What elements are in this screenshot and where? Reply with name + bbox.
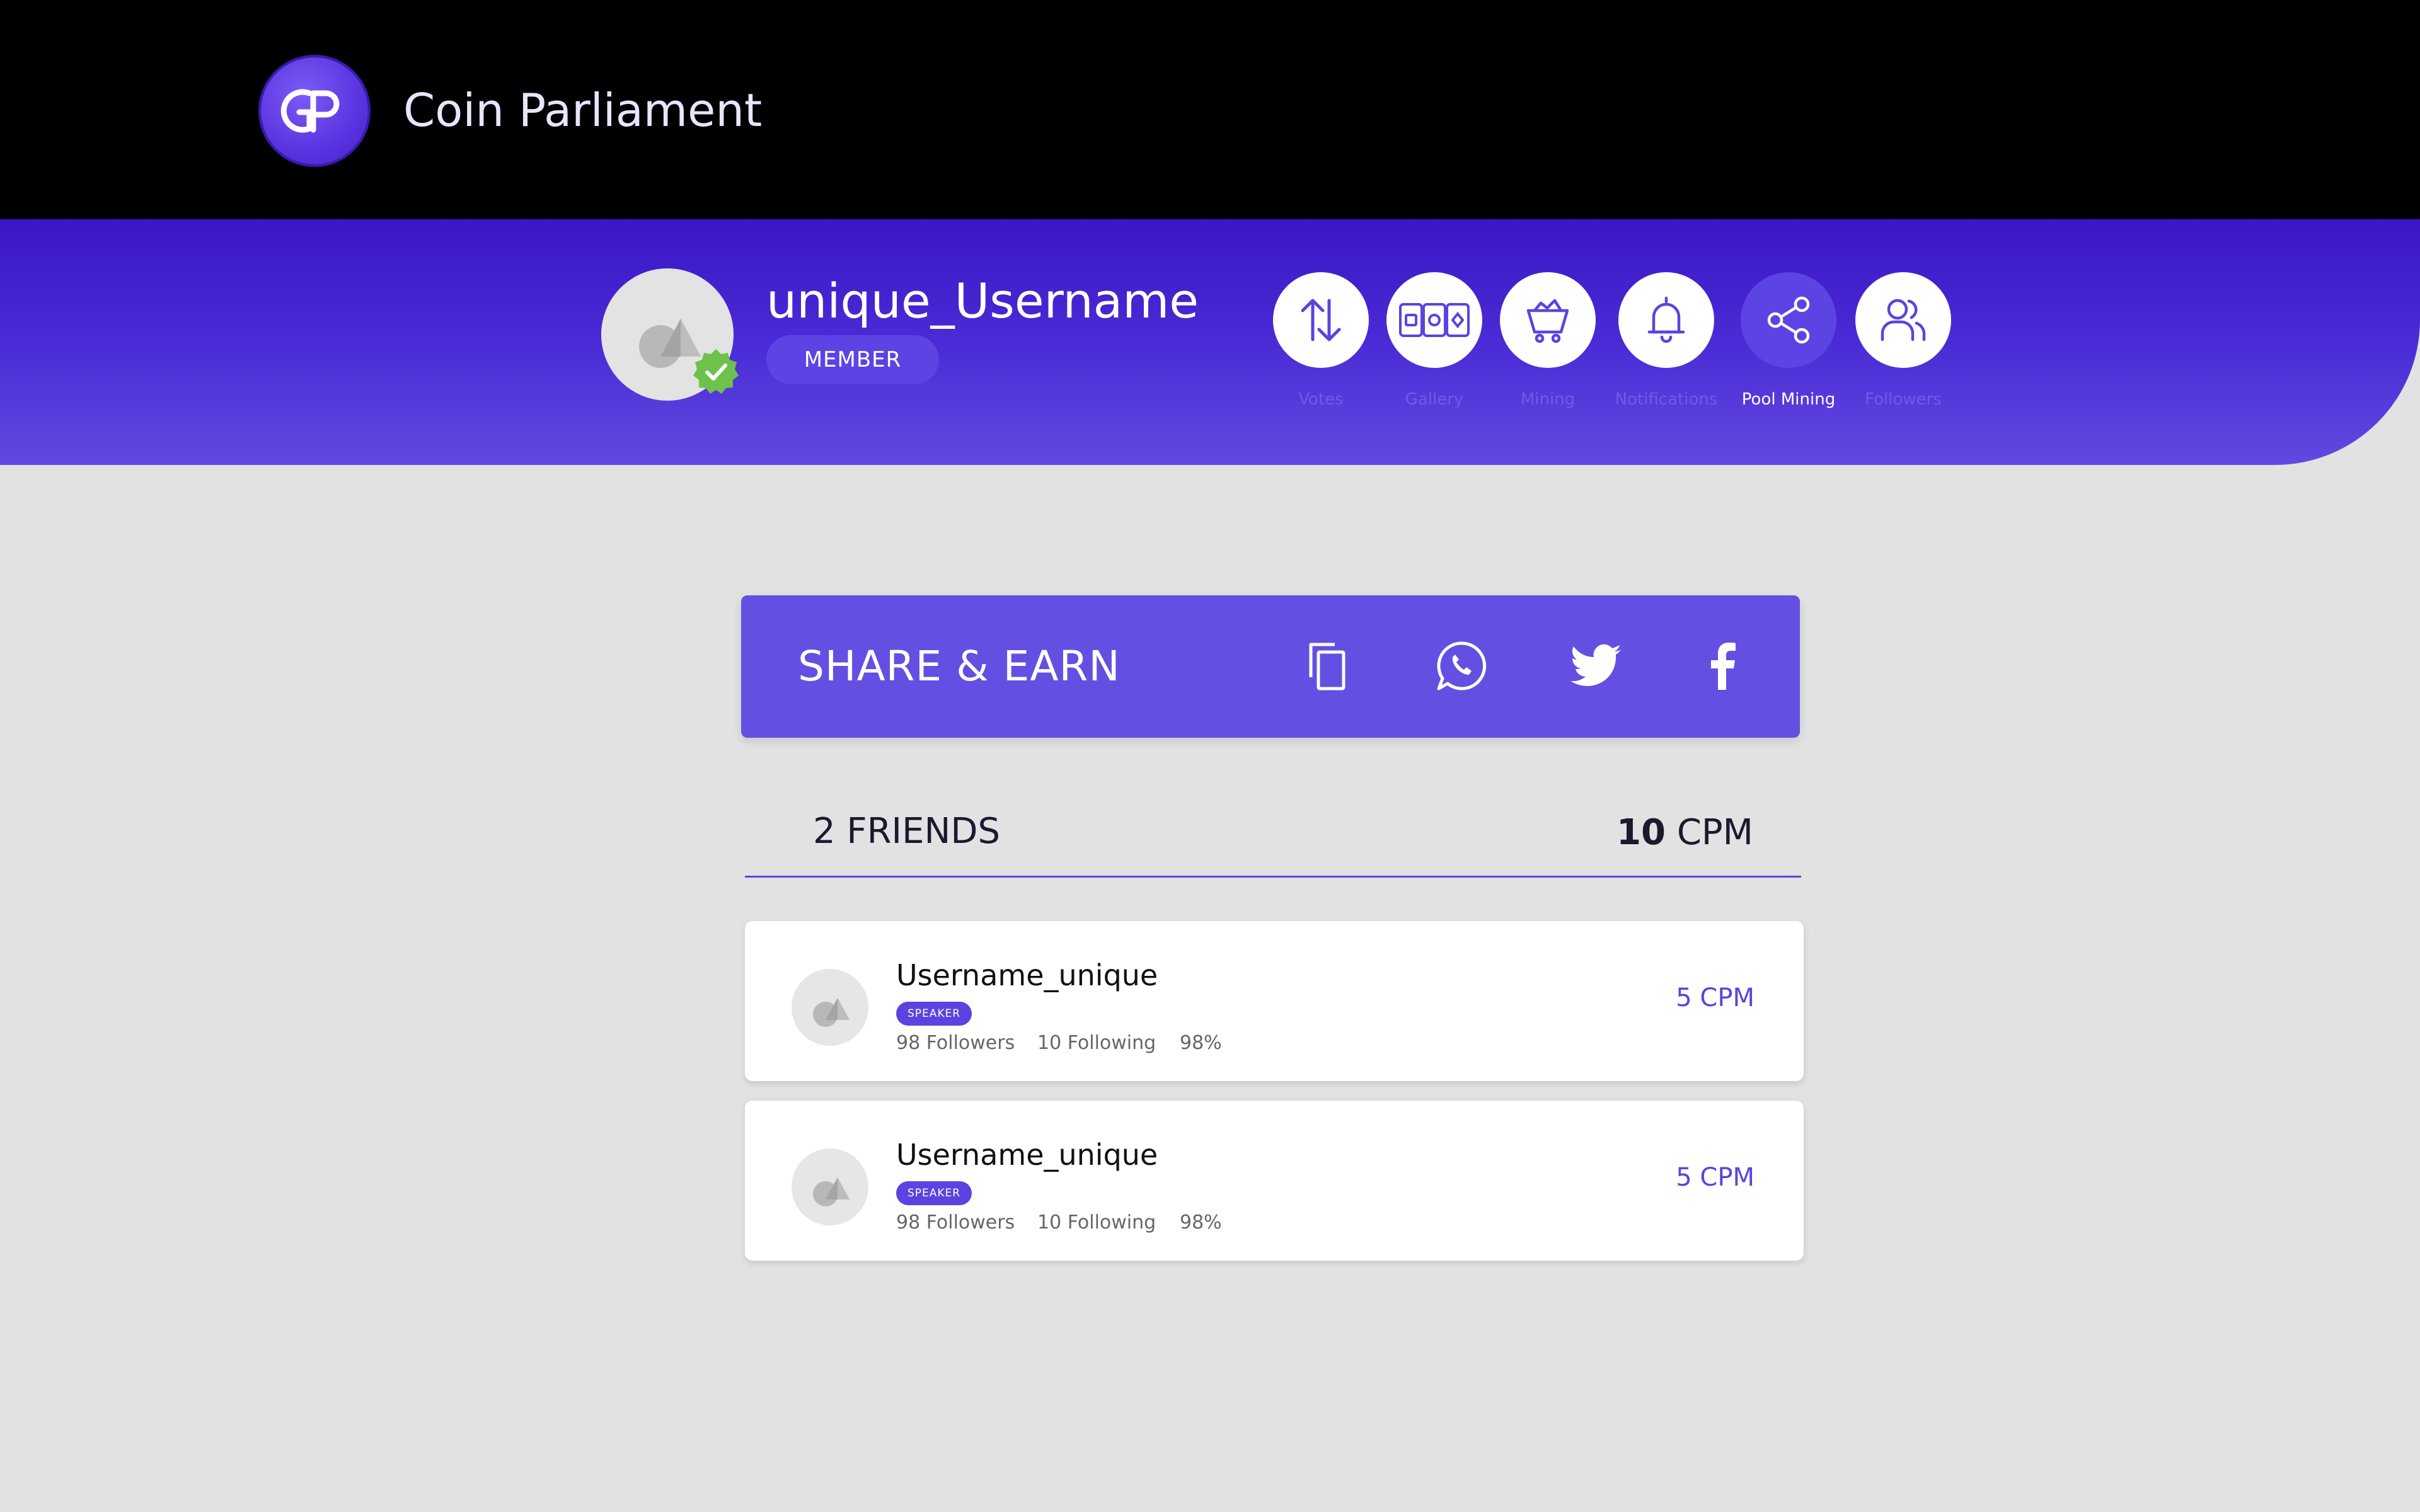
friend-following: 10 Following <box>1037 1211 1156 1234</box>
top-bar: Coin Parliament <box>0 0 2420 219</box>
friend-cpm: 5 CPM <box>1676 1163 1754 1192</box>
total-cpm: 10 CPM <box>1616 808 1753 858</box>
nav-votes-button[interactable] <box>1273 272 1369 368</box>
friends-divider <box>745 876 1801 878</box>
users-icon <box>1881 299 1926 341</box>
twitter-icon <box>1570 644 1621 686</box>
share-whatsapp-button[interactable] <box>1430 634 1493 697</box>
nav-gallery-button[interactable] <box>1386 272 1482 368</box>
total-cpm-value: 10 <box>1616 812 1666 853</box>
copy-link-button[interactable] <box>1296 634 1359 697</box>
friend-avatar <box>792 1148 868 1225</box>
logo-icon[interactable] <box>261 57 368 164</box>
profile-band <box>0 219 2420 465</box>
arrows-up-down-icon <box>1301 299 1341 341</box>
share-earn-card: SHARE & EARN <box>741 595 1800 738</box>
nav-notifications-button[interactable] <box>1618 272 1714 368</box>
friend-followers: 98 Followers <box>896 1211 1015 1234</box>
profile-username: unique_Username <box>766 273 1199 329</box>
friend-name: Username_unique <box>896 1138 1158 1172</box>
speaker-badge: SPEAKER <box>896 1002 972 1026</box>
friends-count: 2 FRIENDS <box>813 811 1001 852</box>
friend-percent: 98% <box>1180 1032 1222 1054</box>
friend-percent: 98% <box>1180 1211 1222 1234</box>
share-twitter-button[interactable] <box>1565 634 1628 697</box>
friend-card[interactable]: Username_unique SPEAKER 98 Followers 10 … <box>745 921 1804 1081</box>
nav-mining-button[interactable] <box>1500 272 1596 368</box>
verified-badge-icon <box>692 348 740 396</box>
whatsapp-icon <box>1437 641 1487 690</box>
friend-name: Username_unique <box>896 958 1158 992</box>
friend-card[interactable]: Username_unique SPEAKER 98 Followers 10 … <box>745 1101 1804 1261</box>
friend-followers: 98 Followers <box>896 1032 1015 1054</box>
copy-icon <box>1309 643 1345 690</box>
mining-cart-icon <box>1526 299 1569 343</box>
avatar-placeholder-icon <box>813 998 850 1027</box>
speaker-badge: SPEAKER <box>896 1181 972 1205</box>
share-icon <box>1767 296 1810 344</box>
share-facebook-button[interactable] <box>1692 634 1755 697</box>
friend-avatar <box>792 969 868 1046</box>
nav-label-followers: Followers <box>1865 390 1942 409</box>
logo-mark <box>280 89 340 133</box>
cards-icon <box>1399 303 1470 337</box>
friend-following: 10 Following <box>1037 1032 1156 1054</box>
member-badge: MEMBER <box>766 335 939 384</box>
total-cpm-unit: CPM <box>1676 812 1753 853</box>
friend-cpm: 5 CPM <box>1676 983 1754 1012</box>
nav-pool-mining-button[interactable] <box>1741 272 1836 368</box>
app-title: Coin Parliament <box>403 84 763 137</box>
bell-icon <box>1647 296 1685 343</box>
avatar-placeholder-icon <box>813 1177 850 1206</box>
nav-followers-button[interactable] <box>1855 272 1951 368</box>
share-earn-title: SHARE & EARN <box>798 642 1121 690</box>
facebook-icon <box>1711 643 1736 690</box>
